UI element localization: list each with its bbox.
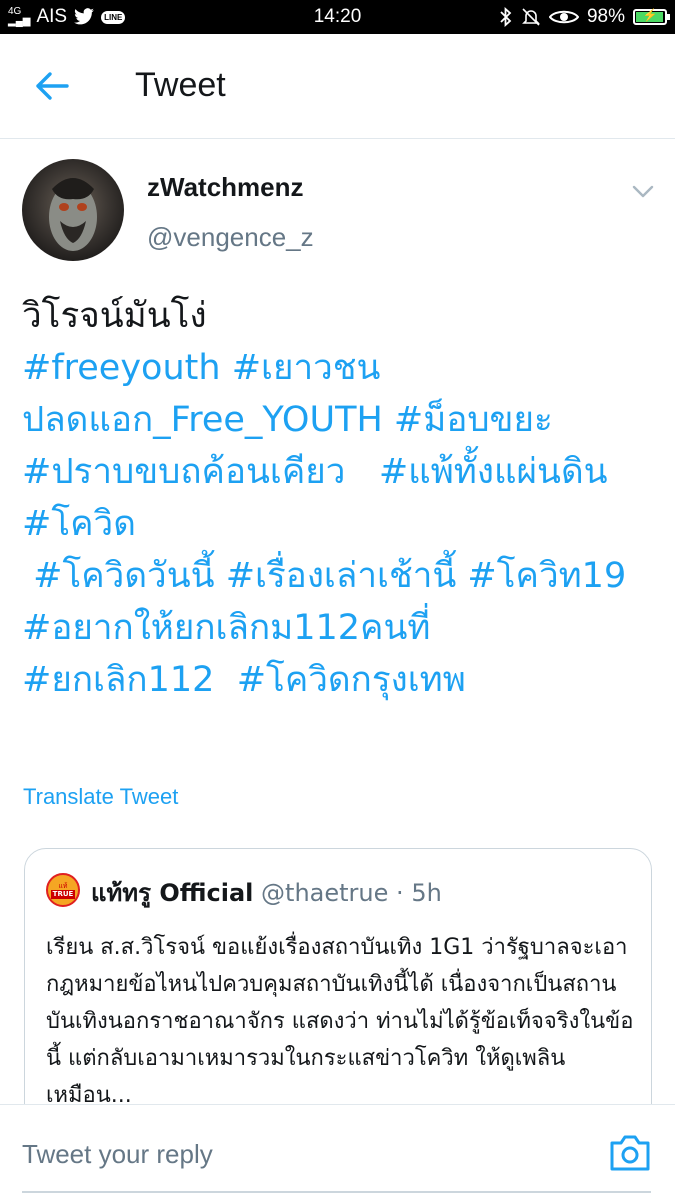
quoted-avatar: แท้ TRUE xyxy=(46,873,80,907)
status-right: 98% ⚡ xyxy=(499,0,670,34)
battery-icon: ⚡ xyxy=(633,8,670,25)
back-button[interactable] xyxy=(30,64,74,108)
hashtag-link[interactable]: #โควิด xyxy=(22,504,136,544)
battery-percent: 98% xyxy=(586,6,625,27)
avatar[interactable] xyxy=(22,159,124,261)
signal-indicator: 4G ▂▄▆ xyxy=(8,7,30,27)
hashtag-link[interactable]: #อยากให้ยกเลิกม112คนที่ xyxy=(22,608,430,648)
quoted-avatar-text-bottom: TRUE xyxy=(50,889,76,899)
hashtag-link[interactable]: #ปราบขบถค้อนเคียว xyxy=(22,452,345,492)
quoted-separator: · xyxy=(396,879,404,907)
reply-bar: Tweet your reply xyxy=(0,1104,675,1201)
hashtag-link[interactable]: #โควิดกรุงเทพ xyxy=(237,660,466,700)
camera-icon[interactable] xyxy=(608,1133,652,1173)
hashtag-link[interactable]: #โควิท19 xyxy=(467,556,626,596)
hashtag-link[interactable]: #freeyouth xyxy=(22,348,221,388)
tweet-text: วิโรจน์มันโง่ #freeyouth #เยาวชนปลดแอก_F… xyxy=(22,290,662,706)
quoted-handle: @thaetrue xyxy=(261,879,389,907)
tweet-body: วิโรจน์มันโง่ xyxy=(22,296,207,336)
quoted-avatar-text-top: แท้ xyxy=(58,881,68,890)
status-bar: 4G ▂▄▆ AIS LINE 14:20 98% ⚡ xyxy=(0,0,675,34)
quoted-tweet[interactable]: แท้ TRUE แท้ทรู Official @thaetrue · 5h … xyxy=(24,848,652,1148)
hashtag-link[interactable]: #เรื่องเล่าเช้านี้ xyxy=(226,556,457,596)
quoted-text: เรียน ส.ส.วิโรจน์ ขอแย้งเรื่องสถาบันเทิง… xyxy=(46,935,634,1108)
line-app-icon: LINE xyxy=(101,10,126,24)
eye-icon xyxy=(548,10,579,24)
status-left: 4G ▂▄▆ AIS LINE xyxy=(8,0,126,34)
charging-icon: ⚡ xyxy=(642,8,658,22)
page-title: Tweet xyxy=(135,66,226,104)
carrier-name: AIS xyxy=(36,6,68,27)
chevron-down-icon[interactable] xyxy=(628,176,658,206)
arrow-left-icon xyxy=(36,72,69,100)
quoted-display-name: แท้ทรู Official xyxy=(91,879,254,907)
reply-underline xyxy=(22,1191,651,1193)
bell-off-icon xyxy=(522,8,540,26)
reply-input[interactable]: Tweet your reply xyxy=(22,1139,213,1170)
hashtag-link[interactable]: #แพ้ทั้งแผ่นดิน xyxy=(379,452,608,492)
app-header: Tweet xyxy=(0,34,675,139)
hashtag-link[interactable]: #ม็อบขยะ xyxy=(394,400,553,440)
hashtag-link[interactable]: #โควิดวันนี้ xyxy=(33,556,214,596)
author-handle[interactable]: @vengence_z xyxy=(147,222,314,253)
quoted-timestamp: 5h xyxy=(411,879,442,907)
twitter-bird-icon xyxy=(74,8,94,25)
author-display-name[interactable]: zWatchmenz xyxy=(147,172,304,203)
translate-tweet-link[interactable]: Translate Tweet xyxy=(23,784,178,810)
quoted-header: แท้ทรู Official @thaetrue · 5h xyxy=(91,873,442,912)
bluetooth-icon xyxy=(500,7,512,27)
avatar-image xyxy=(49,178,97,251)
signal-bars-icon: ▂▄▆ xyxy=(8,16,31,27)
hashtag-link[interactable]: #ยกเลิก112 xyxy=(22,660,214,700)
